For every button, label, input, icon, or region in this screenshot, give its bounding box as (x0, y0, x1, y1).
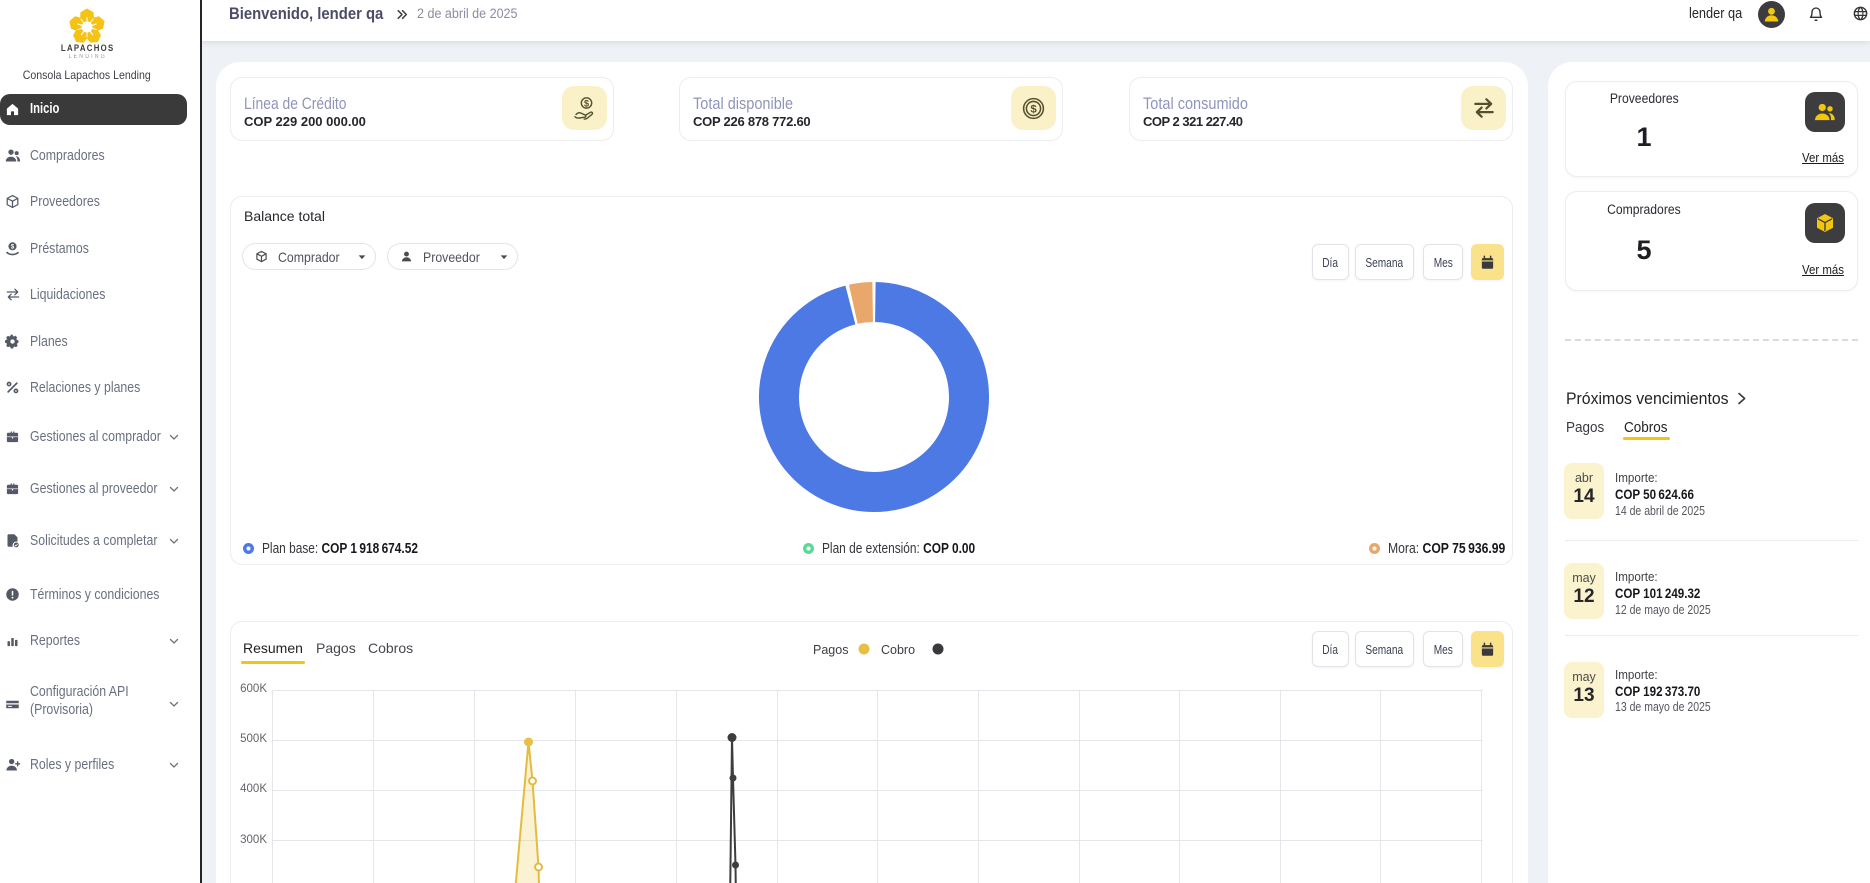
svg-text:$: $ (584, 98, 589, 108)
svg-text:$: $ (1030, 103, 1037, 115)
